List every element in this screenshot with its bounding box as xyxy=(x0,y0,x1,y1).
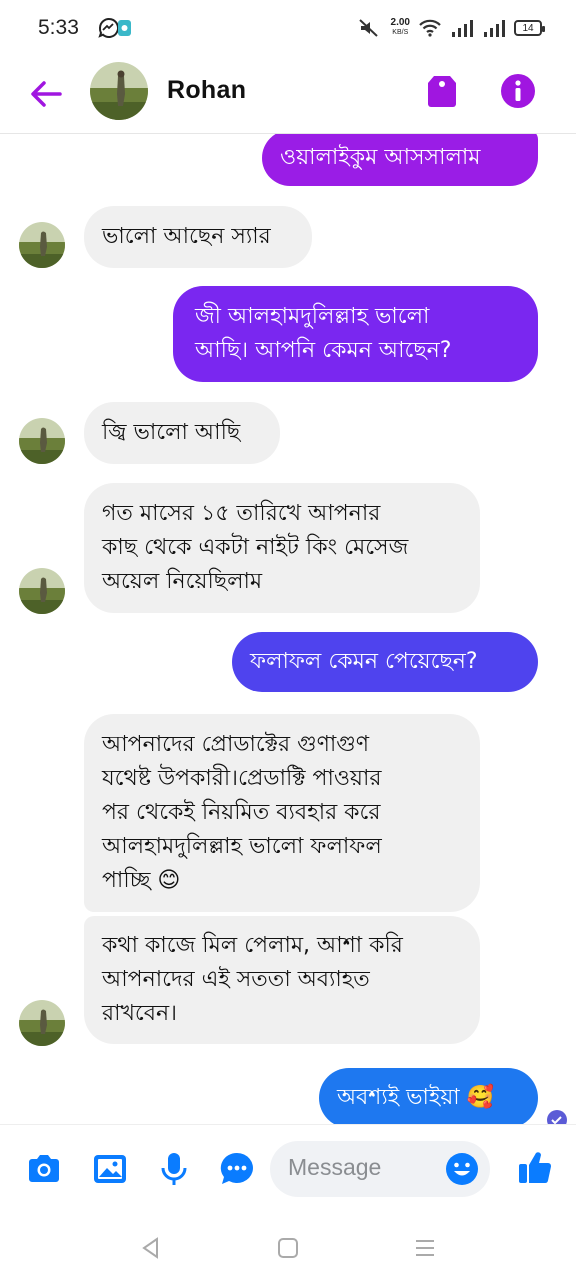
message-text: অবশ্যই ভাইয়া 🥰 xyxy=(337,1085,495,1110)
wifi-icon xyxy=(419,19,441,37)
contact-name[interactable]: Rohan xyxy=(167,76,246,105)
message-bubble-incoming[interactable]: কথা কাজে মিল পেলাম, আশা করি আপনাদের এই স… xyxy=(84,916,480,1044)
message-bubble-incoming[interactable]: ভালো আছেন স্যার xyxy=(84,206,312,268)
network-speed-unit: KB/S xyxy=(392,29,409,36)
mute-icon xyxy=(358,19,378,37)
avatar[interactable] xyxy=(19,1000,65,1046)
message-bubble-incoming[interactable]: জ্বি ভালো আছি xyxy=(84,402,280,464)
message-text: গত মাসের ১৫ তারিখে আপনার কাছ থেকে একটা ন… xyxy=(102,501,409,594)
message-text: ভালো আছেন স্যার xyxy=(102,224,271,249)
message-bubble-outgoing[interactable]: জী আলহামদুলিল্লাহ ভালো আছি। আপনি কেমন আছ… xyxy=(173,286,538,382)
thumbs-up-icon[interactable] xyxy=(515,1147,555,1187)
home-square-icon[interactable] xyxy=(274,1234,302,1262)
battery-icon: 14 xyxy=(514,20,545,36)
message-text: জ্বি ভালো আছি xyxy=(102,420,241,445)
network-speed-value: 2.00 xyxy=(390,17,410,28)
avatar[interactable] xyxy=(90,62,148,120)
avatar[interactable] xyxy=(19,222,65,268)
message-bubble-incoming[interactable]: আপনাদের প্রোডাক্টের গুণাগুণ যথেষ্ট উপকার… xyxy=(84,714,480,912)
gallery-icon[interactable] xyxy=(90,1149,130,1189)
back-triangle-icon[interactable] xyxy=(137,1234,165,1262)
camera-icon[interactable] xyxy=(24,1149,64,1189)
seen-indicator xyxy=(547,1110,567,1124)
back-arrow-icon[interactable] xyxy=(26,74,66,114)
microphone-icon[interactable] xyxy=(154,1149,194,1189)
status-time: 5:33 xyxy=(38,16,79,39)
message-text: জী আলহামদুলিল্লাহ ভালো আছি। আপনি কেমন আছ… xyxy=(195,304,452,363)
message-input-placeholder: Message xyxy=(288,1154,382,1180)
message-text: কথা কাজে মিল পেলাম, আশা করি আপনাদের এই স… xyxy=(102,933,403,1026)
signal-icon xyxy=(484,20,505,37)
tag-icon[interactable] xyxy=(424,70,460,110)
avatar[interactable] xyxy=(19,568,65,614)
avatar[interactable] xyxy=(19,418,65,464)
system-navigation-bar xyxy=(0,1216,576,1280)
battery-level: 14 xyxy=(522,22,534,34)
status-bar: 5:33 2.00 KB/S 14 xyxy=(0,0,576,56)
menu-lines-icon[interactable] xyxy=(411,1234,439,1262)
status-indicators: 2.00 KB/S 14 xyxy=(357,14,545,42)
message-text: আপনাদের প্রোডাক্টের গুণাগুণ যথেষ্ট উপকার… xyxy=(102,732,382,893)
message-input[interactable]: Message xyxy=(270,1141,490,1197)
messenger-notification-icon xyxy=(98,18,131,38)
message-bubble-outgoing[interactable]: অবশ্যই ভাইয়া 🥰 xyxy=(319,1068,538,1124)
network-speed: 2.00 KB/S xyxy=(391,18,410,38)
conversation-header: Rohan xyxy=(0,56,576,134)
message-bubble-outgoing[interactable]: ওয়ালাইকুম আসসালাম xyxy=(262,134,538,186)
message-bubble-outgoing[interactable]: ফলাফল কেমন পেয়েছেন? xyxy=(232,632,538,692)
message-composer: Message xyxy=(0,1124,576,1216)
chat-options-icon[interactable] xyxy=(217,1149,257,1189)
message-list[interactable]: ওয়ালাইকুম আসসালাম ভালো আছেন স্যার জী আল… xyxy=(0,134,576,1124)
message-text: ফলাফল কেমন পেয়েছেন? xyxy=(250,649,478,674)
message-bubble-incoming[interactable]: গত মাসের ১৫ তারিখে আপনার কাছ থেকে একটা ন… xyxy=(84,483,480,613)
info-icon[interactable] xyxy=(499,72,537,110)
message-text: ওয়ালাইকুম আসসালাম xyxy=(280,145,481,170)
emoji-icon[interactable] xyxy=(444,1151,480,1187)
signal-icon xyxy=(452,20,473,37)
